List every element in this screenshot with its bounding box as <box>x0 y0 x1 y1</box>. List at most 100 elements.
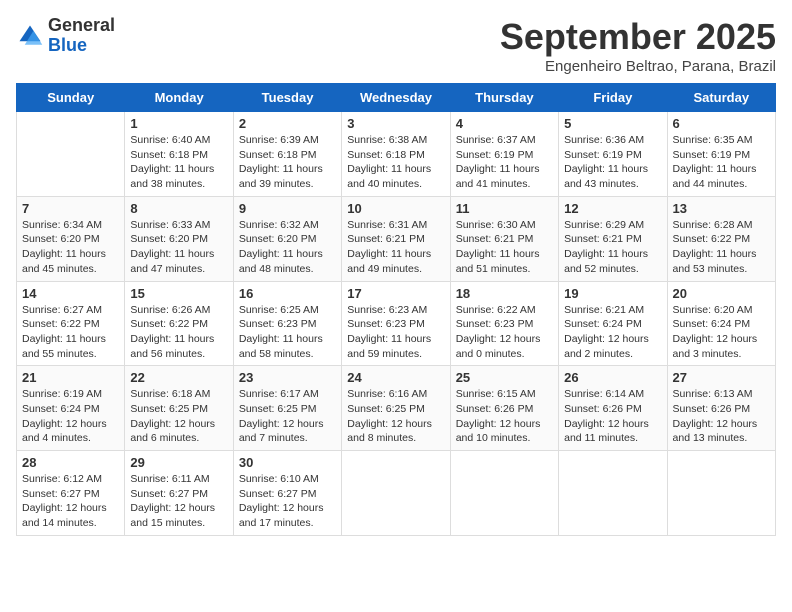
day-number: 28 <box>22 455 119 470</box>
day-info: Sunrise: 6:27 AM Sunset: 6:22 PM Dayligh… <box>22 303 119 362</box>
calendar-week-5: 28Sunrise: 6:12 AM Sunset: 6:27 PM Dayli… <box>17 451 776 536</box>
day-number: 22 <box>130 370 227 385</box>
calendar-cell: 13 Sunrise: 6:28 AM Sunset: 6:22 PM Dayli… <box>667 196 775 281</box>
calendar-weekday-thursday: Thursday <box>450 84 558 112</box>
calendar-header-row: SundayMondayTuesdayWednesdayThursdayFrid… <box>17 84 776 112</box>
calendar-cell: 20Sunrise: 6:20 AM Sunset: 6:24 PM Dayli… <box>667 281 775 366</box>
calendar-cell: 16Sunrise: 6:25 AM Sunset: 6:23 PM Dayli… <box>233 281 341 366</box>
day-number: 2 <box>239 116 336 131</box>
calendar-cell: 12 Sunrise: 6:29 AM Sunset: 6:21 PM Dayli… <box>559 196 667 281</box>
calendar-cell: 28Sunrise: 6:12 AM Sunset: 6:27 PM Dayli… <box>17 451 125 536</box>
day-number: 10 <box>347 201 444 216</box>
calendar-cell <box>559 451 667 536</box>
day-info: Sunrise: 6:19 AM Sunset: 6:24 PM Dayligh… <box>22 387 119 446</box>
location: Engenheiro Beltrao, Parana, Brazil <box>500 58 776 75</box>
day-info: Sunrise: 6:38 AM Sunset: 6:18 PM Dayligh… <box>347 133 444 192</box>
day-info: Sunrise: 6:17 AM Sunset: 6:25 PM Dayligh… <box>239 387 336 446</box>
day-number: 8 <box>130 201 227 216</box>
day-number: 21 <box>22 370 119 385</box>
calendar-weekday-friday: Friday <box>559 84 667 112</box>
day-info: Sunrise: 6:31 AM Sunset: 6:21 PM Dayligh… <box>347 218 444 277</box>
day-number: 5 <box>564 116 661 131</box>
calendar-cell: 14 Sunrise: 6:27 AM Sunset: 6:22 PM Dayli… <box>17 281 125 366</box>
calendar-cell: 25 Sunrise: 6:15 AM Sunset: 6:26 PM Dayli… <box>450 366 558 451</box>
calendar-cell <box>342 451 450 536</box>
calendar-week-4: 21 Sunrise: 6:19 AM Sunset: 6:24 PM Dayli… <box>17 366 776 451</box>
day-number: 12 <box>564 201 661 216</box>
logo-blue: Blue <box>48 36 115 56</box>
day-info: Sunrise: 6:16 AM Sunset: 6:25 PM Dayligh… <box>347 387 444 446</box>
calendar-cell: 6 Sunrise: 6:35 AM Sunset: 6:19 PM Daylig… <box>667 112 775 197</box>
calendar-cell: 2 Sunrise: 6:39 AM Sunset: 6:18 PM Daylig… <box>233 112 341 197</box>
day-info: Sunrise: 6:39 AM Sunset: 6:18 PM Dayligh… <box>239 133 336 192</box>
calendar-weekday-monday: Monday <box>125 84 233 112</box>
calendar-week-1: 1Sunrise: 6:40 AM Sunset: 6:18 PM Daylig… <box>17 112 776 197</box>
day-info: Sunrise: 6:32 AM Sunset: 6:20 PM Dayligh… <box>239 218 336 277</box>
logo-icon <box>16 22 44 50</box>
day-number: 13 <box>673 201 770 216</box>
calendar-cell: 18 Sunrise: 6:22 AM Sunset: 6:23 PM Dayli… <box>450 281 558 366</box>
day-number: 14 <box>22 286 119 301</box>
day-number: 23 <box>239 370 336 385</box>
calendar-cell <box>17 112 125 197</box>
calendar-weekday-wednesday: Wednesday <box>342 84 450 112</box>
day-number: 4 <box>456 116 553 131</box>
day-number: 15 <box>130 286 227 301</box>
calendar-cell: 21 Sunrise: 6:19 AM Sunset: 6:24 PM Dayli… <box>17 366 125 451</box>
day-number: 24 <box>347 370 444 385</box>
day-info: Sunrise: 6:22 AM Sunset: 6:23 PM Dayligh… <box>456 303 553 362</box>
calendar-cell: 29 Sunrise: 6:11 AM Sunset: 6:27 PM Dayli… <box>125 451 233 536</box>
calendar-cell: 30 Sunrise: 6:10 AM Sunset: 6:27 PM Dayli… <box>233 451 341 536</box>
day-info: Sunrise: 6:26 AM Sunset: 6:22 PM Dayligh… <box>130 303 227 362</box>
day-number: 9 <box>239 201 336 216</box>
calendar-cell: 4Sunrise: 6:37 AM Sunset: 6:19 PM Daylig… <box>450 112 558 197</box>
day-info: Sunrise: 6:35 AM Sunset: 6:19 PM Dayligh… <box>673 133 770 192</box>
calendar-cell <box>450 451 558 536</box>
calendar-table: SundayMondayTuesdayWednesdayThursdayFrid… <box>16 83 776 536</box>
calendar-cell: 7Sunrise: 6:34 AM Sunset: 6:20 PM Daylig… <box>17 196 125 281</box>
calendar-weekday-saturday: Saturday <box>667 84 775 112</box>
logo: General Blue <box>16 16 115 56</box>
day-number: 17 <box>347 286 444 301</box>
calendar-week-3: 14 Sunrise: 6:27 AM Sunset: 6:22 PM Dayli… <box>17 281 776 366</box>
calendar-cell: 15 Sunrise: 6:26 AM Sunset: 6:22 PM Dayli… <box>125 281 233 366</box>
day-info: Sunrise: 6:25 AM Sunset: 6:23 PM Dayligh… <box>239 303 336 362</box>
day-number: 27 <box>673 370 770 385</box>
day-number: 18 <box>456 286 553 301</box>
day-info: Sunrise: 6:29 AM Sunset: 6:21 PM Dayligh… <box>564 218 661 277</box>
day-info: Sunrise: 6:18 AM Sunset: 6:25 PM Dayligh… <box>130 387 227 446</box>
day-number: 20 <box>673 286 770 301</box>
calendar-weekday-sunday: Sunday <box>17 84 125 112</box>
calendar-cell: 8Sunrise: 6:33 AM Sunset: 6:20 PM Daylig… <box>125 196 233 281</box>
calendar-cell: 17Sunrise: 6:23 AM Sunset: 6:23 PM Dayli… <box>342 281 450 366</box>
page-header: General Blue September 2025 Engenheiro B… <box>16 16 776 75</box>
logo-general: General <box>48 16 115 36</box>
calendar-cell: 19 Sunrise: 6:21 AM Sunset: 6:24 PM Dayli… <box>559 281 667 366</box>
calendar-cell: 26Sunrise: 6:14 AM Sunset: 6:26 PM Dayli… <box>559 366 667 451</box>
day-info: Sunrise: 6:13 AM Sunset: 6:26 PM Dayligh… <box>673 387 770 446</box>
day-number: 26 <box>564 370 661 385</box>
calendar-weekday-tuesday: Tuesday <box>233 84 341 112</box>
day-number: 11 <box>456 201 553 216</box>
day-info: Sunrise: 6:11 AM Sunset: 6:27 PM Dayligh… <box>130 472 227 531</box>
day-number: 25 <box>456 370 553 385</box>
day-info: Sunrise: 6:36 AM Sunset: 6:19 PM Dayligh… <box>564 133 661 192</box>
day-info: Sunrise: 6:40 AM Sunset: 6:18 PM Dayligh… <box>130 133 227 192</box>
day-number: 19 <box>564 286 661 301</box>
calendar-week-2: 7Sunrise: 6:34 AM Sunset: 6:20 PM Daylig… <box>17 196 776 281</box>
day-number: 29 <box>130 455 227 470</box>
calendar-cell: 11 Sunrise: 6:30 AM Sunset: 6:21 PM Dayli… <box>450 196 558 281</box>
day-number: 6 <box>673 116 770 131</box>
day-number: 30 <box>239 455 336 470</box>
day-number: 3 <box>347 116 444 131</box>
day-info: Sunrise: 6:21 AM Sunset: 6:24 PM Dayligh… <box>564 303 661 362</box>
day-info: Sunrise: 6:30 AM Sunset: 6:21 PM Dayligh… <box>456 218 553 277</box>
day-info: Sunrise: 6:28 AM Sunset: 6:22 PM Dayligh… <box>673 218 770 277</box>
calendar-cell <box>667 451 775 536</box>
calendar-cell: 23 Sunrise: 6:17 AM Sunset: 6:25 PM Dayli… <box>233 366 341 451</box>
day-info: Sunrise: 6:10 AM Sunset: 6:27 PM Dayligh… <box>239 472 336 531</box>
calendar-cell: 3 Sunrise: 6:38 AM Sunset: 6:18 PM Daylig… <box>342 112 450 197</box>
day-info: Sunrise: 6:15 AM Sunset: 6:26 PM Dayligh… <box>456 387 553 446</box>
calendar-cell: 9 Sunrise: 6:32 AM Sunset: 6:20 PM Daylig… <box>233 196 341 281</box>
calendar-cell: 5 Sunrise: 6:36 AM Sunset: 6:19 PM Daylig… <box>559 112 667 197</box>
